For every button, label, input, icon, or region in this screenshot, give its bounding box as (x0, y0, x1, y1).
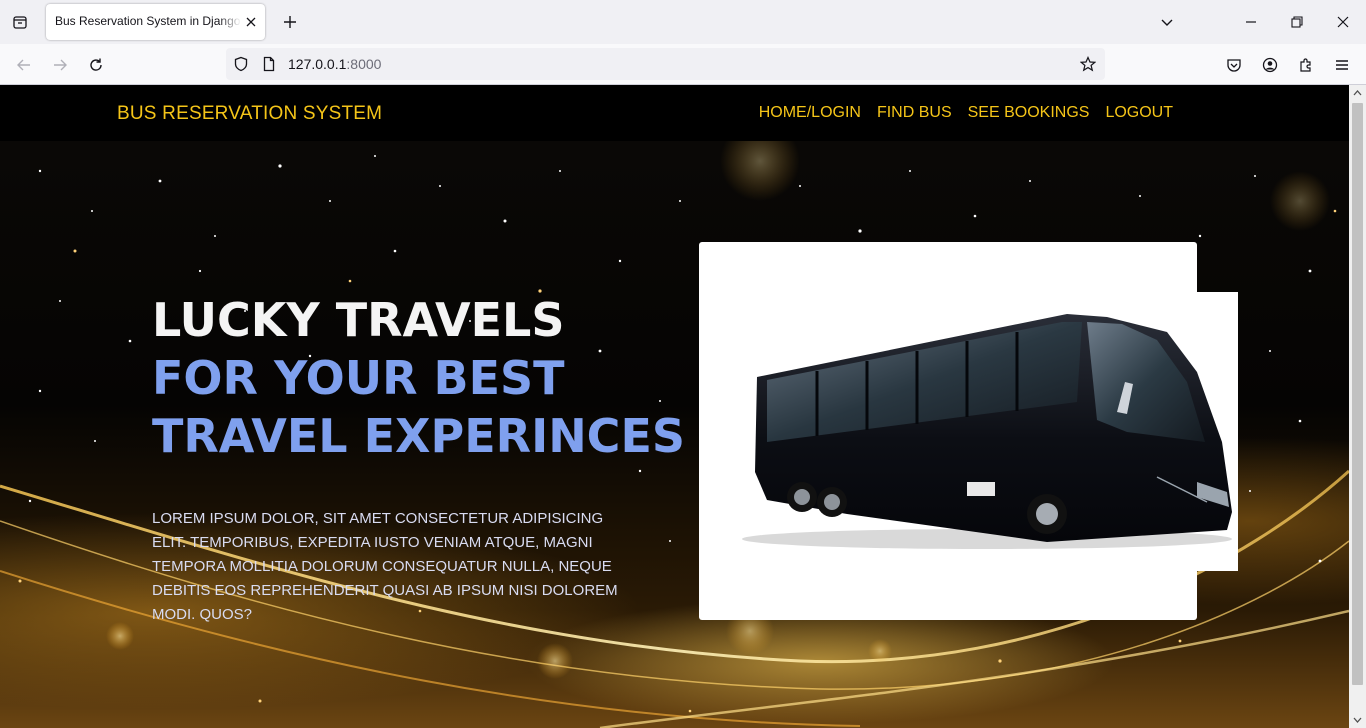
minimize-icon[interactable] (1241, 12, 1261, 32)
hero-description: Lorem ipsum dolor, sit amet consectetur … (152, 510, 618, 623)
tab-list-icon[interactable] (8, 10, 32, 34)
restore-icon[interactable] (1287, 12, 1307, 32)
account-icon[interactable] (1259, 54, 1281, 76)
site-header: BUS RESERVATION SYSTEM HOME/LOGIN FIND B… (0, 85, 1349, 141)
hero-title-line3: TRAVEL EXPERINCES (152, 409, 685, 463)
hero-section: LUCKY TRAVELS FOR YOUR BEST TRAVEL EXPER… (0, 141, 1349, 728)
hero-title-line1: LUCKY TRAVELS (152, 293, 565, 347)
page-viewport: BUS RESERVATION SYSTEM HOME/LOGIN FIND B… (0, 85, 1349, 728)
bookmark-star-icon[interactable] (1080, 56, 1096, 72)
shield-icon[interactable] (233, 56, 249, 72)
forward-icon[interactable] (49, 54, 71, 76)
menu-find-bus[interactable]: FIND BUS (877, 104, 952, 122)
brand-link[interactable]: BUS RESERVATION SYSTEM (117, 103, 382, 125)
browser-tabbar: Bus Reservation System in Django Framewo… (0, 0, 1366, 44)
menu-icon[interactable] (1331, 54, 1353, 76)
pocket-icon[interactable] (1223, 54, 1245, 76)
url-host: 127.0.0.1 (288, 56, 347, 72)
url-bar[interactable]: 127.0.0.1:8000 (226, 48, 1105, 80)
hero-title-line2: FOR YOUR BEST (152, 351, 565, 405)
url-port: :8000 (346, 56, 382, 72)
scroll-down-icon[interactable] (1349, 711, 1366, 728)
url-text: 127.0.0.1:8000 (288, 56, 381, 72)
hero-title: LUCKY TRAVELS FOR YOUR BEST TRAVEL EXPER… (152, 291, 685, 465)
scroll-up-icon[interactable] (1349, 85, 1366, 102)
tab-title: Bus Reservation System in Django Framewo… (55, 14, 241, 28)
close-tab-icon[interactable] (243, 14, 259, 30)
close-window-icon[interactable] (1333, 12, 1353, 32)
browser-navbar: 127.0.0.1:8000 (0, 44, 1366, 85)
main-menu: HOME/LOGIN FIND BUS SEE BOOKINGS LOGOUT (759, 104, 1173, 122)
browser-tab[interactable]: Bus Reservation System in Django Framewo… (46, 4, 265, 40)
reload-icon[interactable] (85, 54, 107, 76)
menu-see-bookings[interactable]: SEE BOOKINGS (968, 104, 1090, 122)
menu-logout[interactable]: LOGOUT (1105, 104, 1173, 122)
scroll-thumb[interactable] (1352, 103, 1363, 685)
bus-image (727, 292, 1238, 571)
chevron-down-icon[interactable] (1157, 12, 1177, 32)
back-icon[interactable] (13, 54, 35, 76)
menu-home-login[interactable]: HOME/LOGIN (759, 104, 861, 122)
page-scrollbar[interactable] (1349, 85, 1366, 728)
new-tab-icon[interactable] (280, 12, 300, 32)
bus-photo-icon (742, 314, 1232, 549)
page-icon[interactable] (261, 56, 277, 72)
extensions-icon[interactable] (1295, 54, 1317, 76)
